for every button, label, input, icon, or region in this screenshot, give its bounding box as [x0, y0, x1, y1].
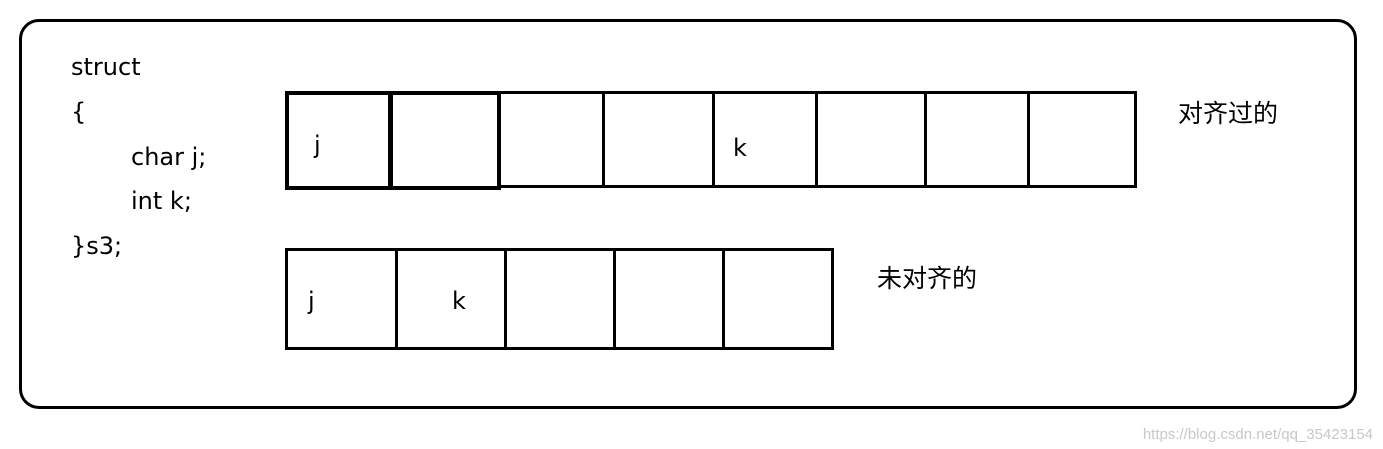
- aligned-cell-1: j: [285, 91, 392, 190]
- aligned-cell-6: [815, 91, 927, 188]
- aligned-cell-7: [924, 91, 1030, 188]
- aligned-cell-4: [602, 91, 715, 188]
- code-int-member: int k;: [131, 187, 192, 215]
- unaligned-cell-3: [504, 248, 616, 350]
- code-struct-keyword: struct: [71, 53, 141, 81]
- diagram-frame: [19, 19, 1357, 409]
- unaligned-label: 未对齐的: [877, 264, 978, 293]
- aligned-cell-2: [389, 91, 501, 190]
- aligned-cell-label: j: [314, 131, 321, 159]
- aligned-cell-label: k: [733, 134, 747, 162]
- unaligned-cell-2: k: [395, 248, 507, 350]
- code-char-member: char j;: [131, 143, 207, 171]
- code-open-brace: {: [71, 98, 87, 126]
- aligned-memory-row: j k: [285, 91, 1137, 190]
- aligned-cell-3: [498, 91, 605, 188]
- unaligned-memory-row: j k: [285, 248, 834, 350]
- unaligned-cell-label: j: [308, 287, 315, 315]
- unaligned-cell-4: [613, 248, 725, 350]
- unaligned-cell-label: k: [452, 287, 466, 315]
- aligned-cell-5: k: [712, 91, 818, 188]
- unaligned-cell-1: j: [285, 248, 398, 350]
- aligned-label: 对齐过的: [1178, 99, 1279, 128]
- unaligned-cell-5: [722, 248, 834, 350]
- aligned-cell-8: [1027, 91, 1137, 188]
- watermark: https://blog.csdn.net/qq_35423154: [1142, 426, 1373, 443]
- code-close-struct: }s3;: [71, 232, 123, 260]
